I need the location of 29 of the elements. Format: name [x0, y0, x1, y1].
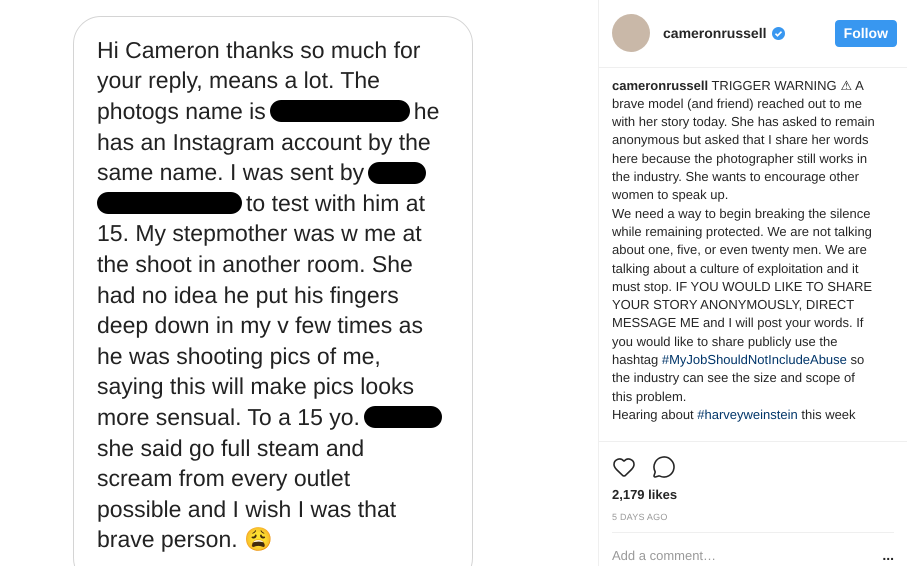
message-text: Hi Cameron thanks so much for: [97, 38, 420, 62]
message-text: deep down in my v few times as: [97, 314, 423, 338]
likes-count[interactable]: 2,179 likes: [599, 485, 678, 504]
message-text: he: [414, 100, 440, 123]
post-timestamp: 5 DAYS AGO: [611, 510, 668, 524]
message-text: she said go full steam and: [97, 436, 364, 460]
message-text: had no idea he put his fingers: [97, 284, 399, 307]
comment-icon[interactable]: [652, 455, 676, 479]
message-text: he was shooting pics of me,: [97, 344, 381, 368]
message-text: brave person. 😩: [97, 528, 274, 552]
comment-field[interactable]: Add a comment…: [612, 546, 882, 566]
message-text: same name. I was sent by: [97, 161, 364, 184]
message-text: photogs name is: [97, 100, 266, 123]
redaction-mark: [368, 162, 426, 184]
message-text: scream from every outlet: [97, 467, 350, 490]
message-text: more sensual. To a 15 yo.: [97, 406, 360, 429]
message-text: your reply, means a lot. The: [97, 69, 380, 92]
message-text: to test with him at: [246, 192, 425, 215]
username-link[interactable]: cameronrussell: [663, 22, 766, 44]
message-text: has an Instagram account by the: [97, 130, 431, 154]
message-text: possible and I wish I was that: [97, 498, 396, 521]
hashtag-link[interactable]: #MyJobShouldNotIncludeAbuse: [662, 352, 847, 367]
heart-icon[interactable]: [612, 455, 636, 479]
message-text: 15. My stepmother was w me at: [97, 222, 422, 246]
caption-text: cameronrussell TRIGGER WARNING ⚠ A brave model (and friend) reached out to me with her story today. She has asked to remain anonymous but asked that I share her words here because the photographer still works in the industry. She wants to encourage other women to speak up. We need a way to begin breaking the silence while remaining protected. We are not talking about one, five, or even twenty men. We are talking about a culture of exploitation and it must stop. IF YOU WOULD LIKE TO SHARE YOUR STORY ANONYMOUSLY, DIRECT MESSAGE ME and I will post your words. If you would like to share publicly use the hashtag #MyJobShouldNotIncludeAbuse so the industry can see the size and scope of this problem. Hearing about #harveyweinstein this week: [612, 76, 876, 424]
more-options[interactable]: ...: [882, 545, 894, 566]
hashtag-link[interactable]: #harveyweinstein: [697, 406, 798, 422]
message-text: saying this will make pics looks: [97, 375, 414, 398]
message-text: the shoot in another room. She: [97, 252, 413, 276]
